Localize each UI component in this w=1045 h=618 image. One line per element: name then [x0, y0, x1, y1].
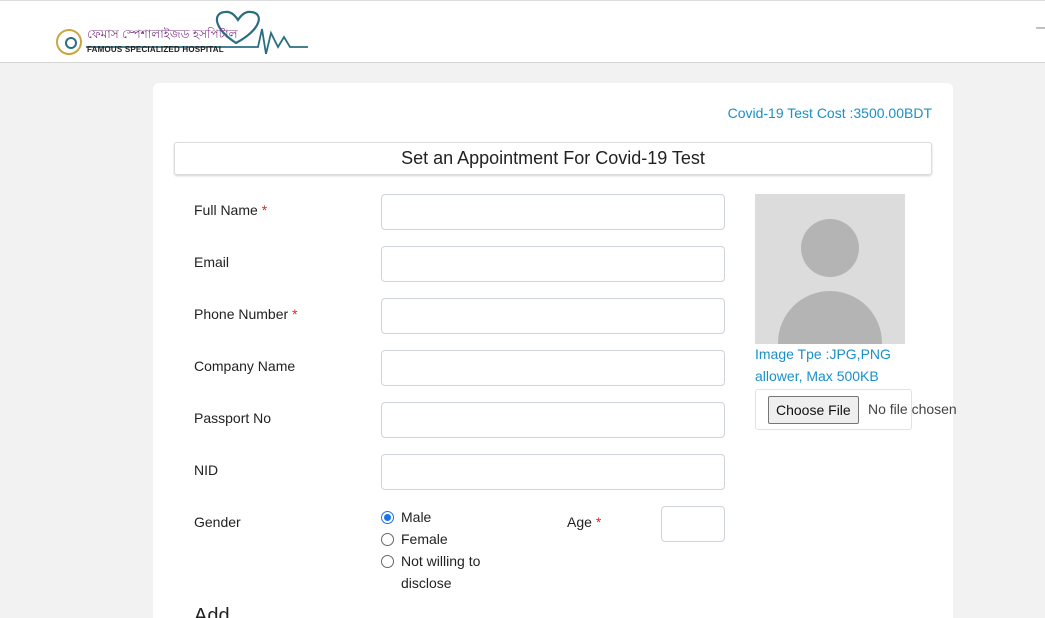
logo-bengali-text: ফেমাস স্পেশালাইজড হসপিটাল: [87, 27, 238, 41]
company-label-text: Company Name: [194, 358, 296, 374]
email-label-text: Email: [194, 254, 230, 270]
caduceus-emblem-icon: [56, 29, 82, 55]
test-cost-text: Covid-19 Test Cost :3500.00BDT: [727, 105, 932, 121]
passport-label-text: Passport No: [194, 410, 272, 426]
gender-radio-group: Male Female Not willing to disclose: [381, 506, 521, 594]
gender-label-text: Gender: [194, 514, 241, 530]
gender-option-male[interactable]: Male: [381, 506, 521, 528]
age-label-text: Age: [567, 514, 592, 530]
required-marker: *: [595, 514, 602, 530]
nid-label-text: NID: [194, 462, 219, 478]
age-input[interactable]: [661, 506, 725, 542]
address-heading-partial: Add: [194, 605, 230, 618]
gender-option-not-disclosed[interactable]: Not willing to disclose: [381, 550, 521, 594]
menu-edge-icon[interactable]: –: [1036, 19, 1045, 37]
profile-photo-placeholder: [755, 194, 905, 344]
passport-input[interactable]: [381, 402, 725, 438]
appointment-card: Covid-19 Test Cost :3500.00BDT Set an Ap…: [153, 83, 957, 618]
phone-input[interactable]: [381, 298, 725, 334]
full-name-label-text: Full Name: [194, 202, 258, 218]
gender-option-label: Male: [401, 509, 432, 525]
logo-english-text: FAMOUS SPECIALIZED HOSPITAL: [87, 45, 224, 54]
gender-option-label: Not willing to disclose: [401, 553, 481, 591]
radio-unchecked-icon[interactable]: [381, 555, 394, 568]
avatar-body-icon: [778, 291, 882, 344]
full-name-input[interactable]: [381, 194, 725, 230]
required-marker: *: [261, 202, 268, 218]
choose-file-button[interactable]: Choose File: [768, 396, 859, 424]
gender-option-label: Female: [401, 531, 448, 547]
avatar-head-icon: [801, 219, 859, 277]
company-label: Company Name: [194, 358, 295, 374]
phone-label: Phone Number *: [194, 306, 298, 322]
passport-label: Passport No: [194, 410, 271, 426]
required-marker: *: [292, 306, 298, 322]
age-label: Age *: [567, 514, 601, 530]
nid-input[interactable]: [381, 454, 725, 490]
image-type-note: Image Tpe :JPG,PNG allower, Max 500KB: [755, 346, 891, 384]
full-name-label: Full Name *: [194, 202, 267, 218]
top-header: ফেমাস স্পেশালাইজড হসপিটাল FAMOUS SPECIAL…: [0, 0, 1045, 63]
gender-option-female[interactable]: Female: [381, 528, 521, 550]
nid-label: NID: [194, 462, 218, 478]
company-input[interactable]: [381, 350, 725, 386]
gender-label: Gender: [194, 514, 241, 530]
file-upload: Choose File No file chosen: [755, 389, 957, 430]
email-label: Email: [194, 254, 229, 270]
file-status-text: No file chosen: [868, 401, 957, 417]
form-title: Set an Appointment For Covid-19 Test: [174, 142, 932, 175]
radio-checked-icon[interactable]: [381, 511, 394, 524]
hospital-logo[interactable]: ফেমাস স্পেশালাইজড হসপিটাল FAMOUS SPECIAL…: [56, 9, 316, 59]
phone-label-text: Phone Number: [194, 306, 289, 322]
radio-unchecked-icon[interactable]: [381, 533, 394, 546]
email-input[interactable]: [381, 246, 725, 282]
